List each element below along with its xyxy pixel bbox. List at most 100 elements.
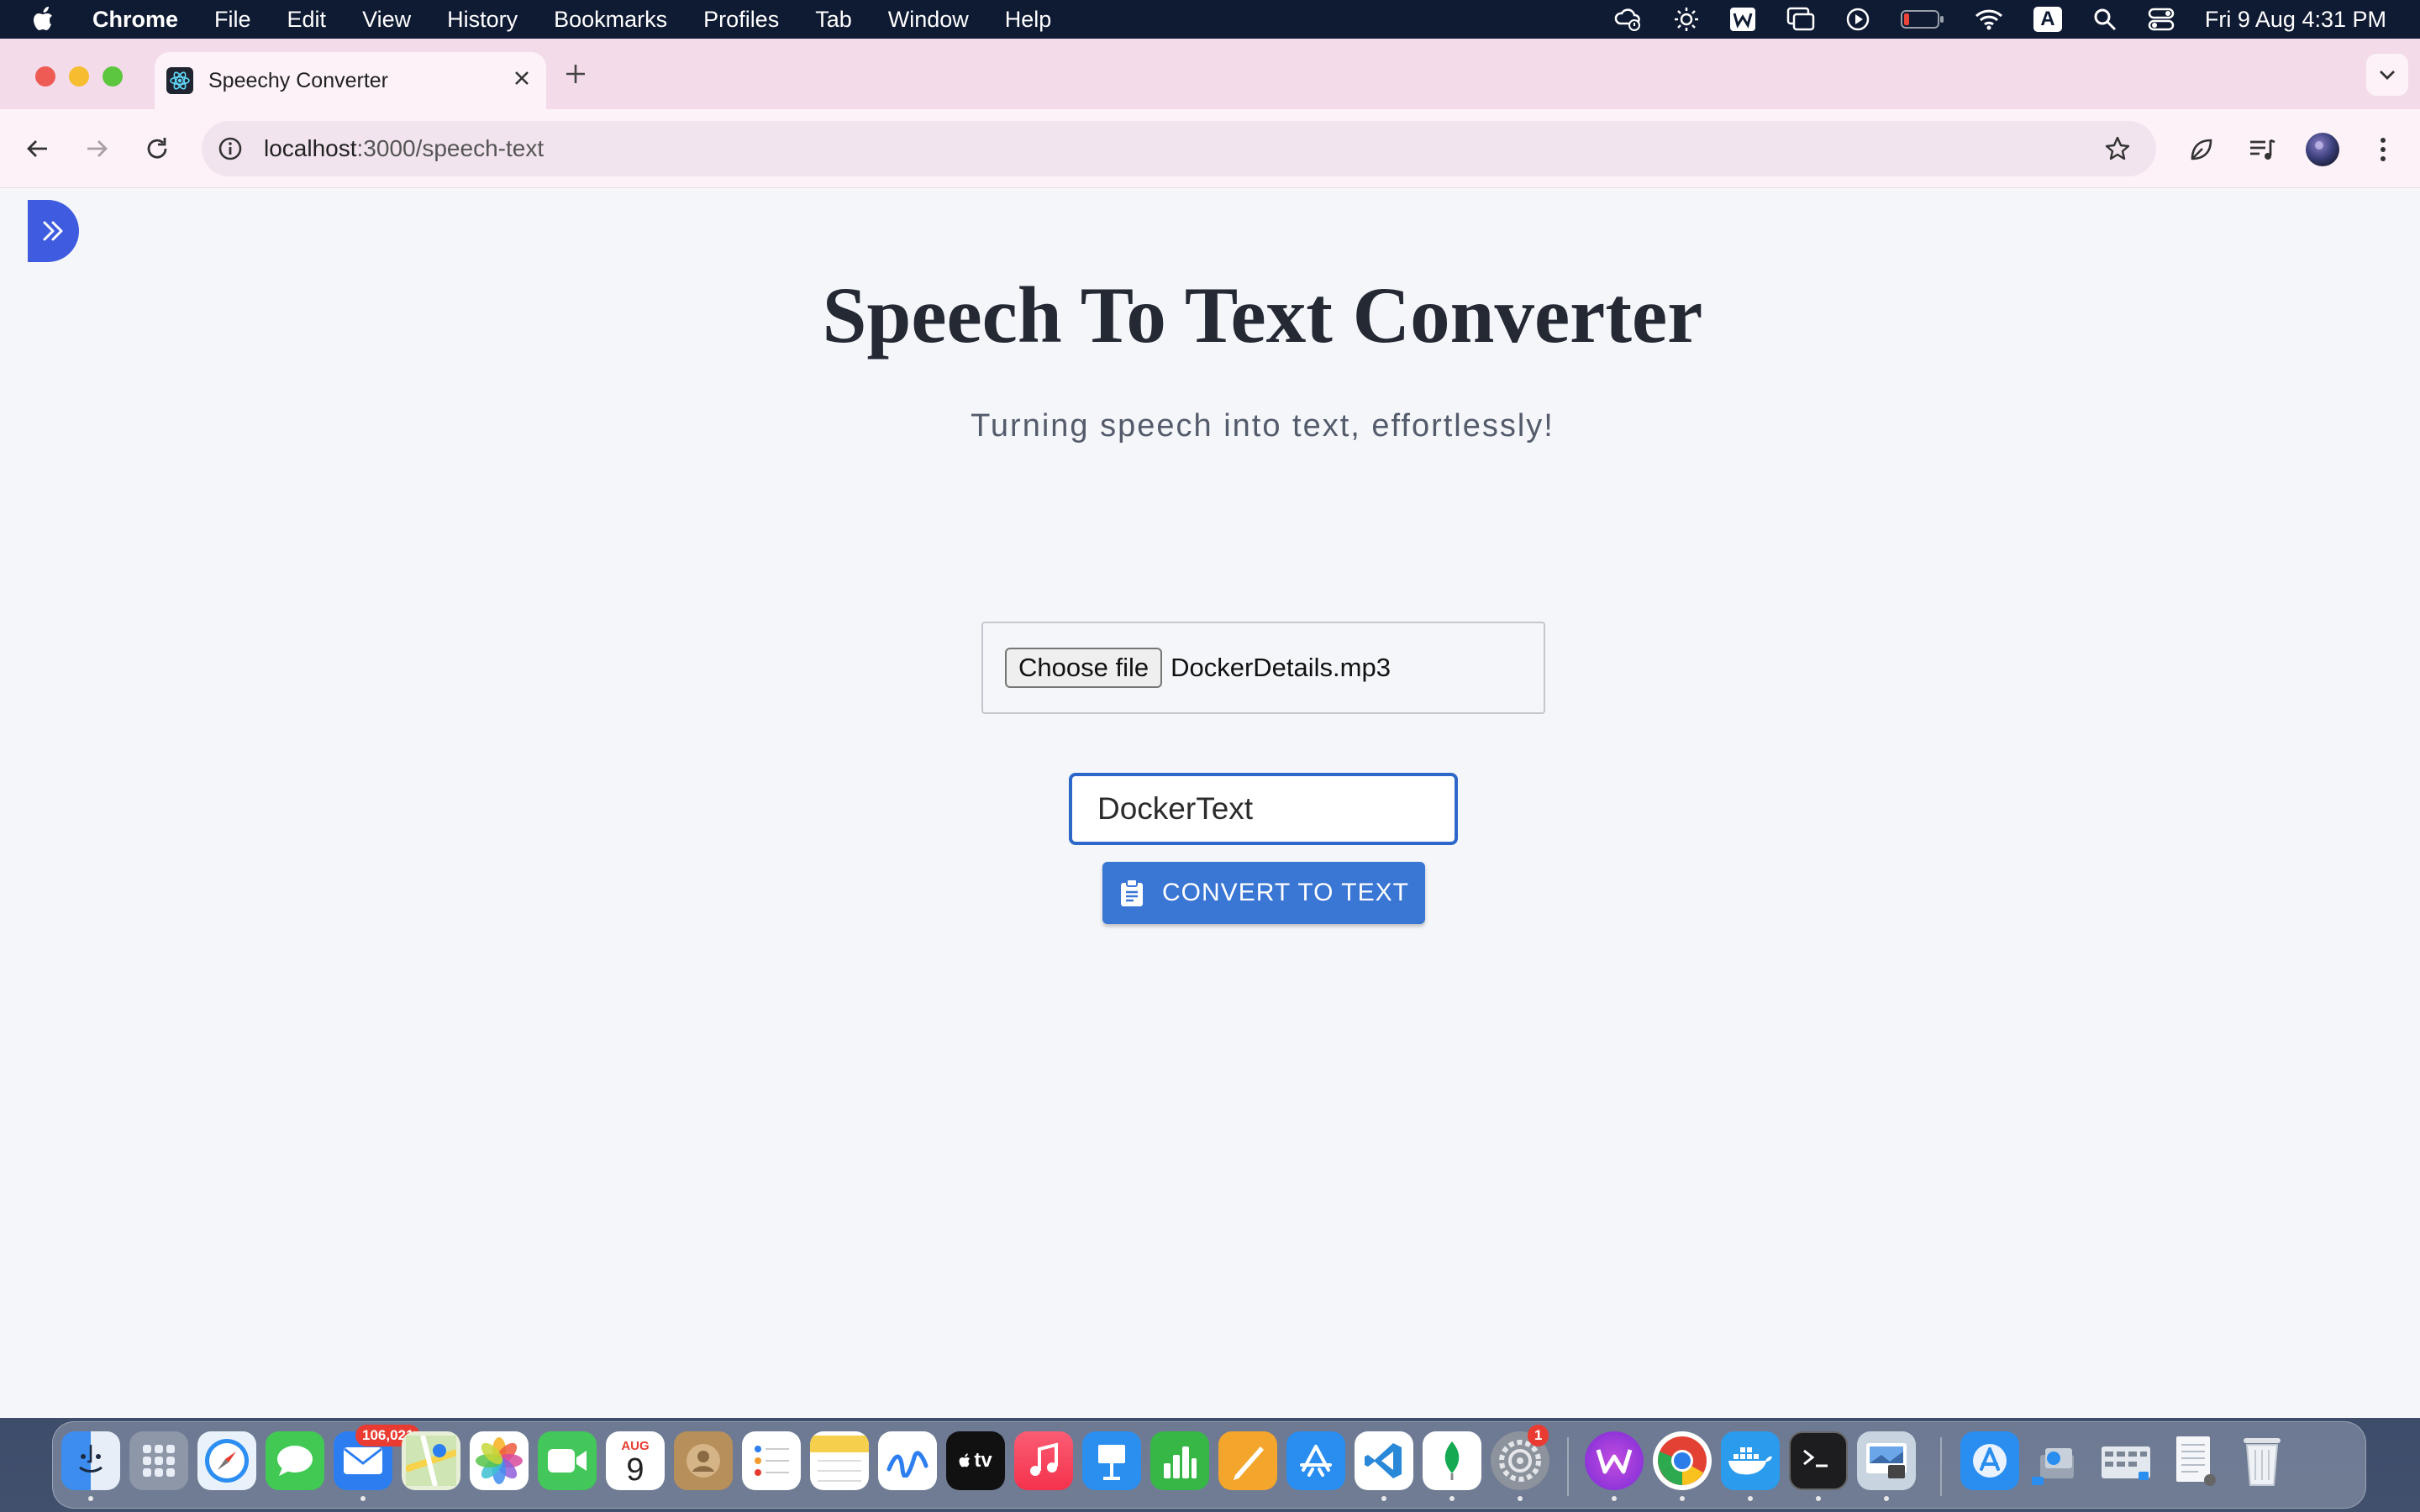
downloads-stack-icon[interactable] — [2028, 1431, 2087, 1490]
vscode-icon[interactable] — [1355, 1431, 1413, 1490]
contacts-icon[interactable] — [674, 1431, 733, 1490]
freeform-icon[interactable] — [878, 1431, 937, 1490]
settings-running-dot — [1518, 1496, 1523, 1501]
extension-leaf-icon[interactable] — [2183, 131, 2220, 168]
preview-icon[interactable] — [1857, 1431, 1916, 1490]
media-controls-icon[interactable] — [2244, 131, 2281, 168]
numbers-icon[interactable] — [1150, 1431, 1209, 1490]
notes-icon[interactable] — [810, 1431, 869, 1490]
finder-running-dot — [88, 1496, 93, 1501]
tab-search-chevron-down-icon[interactable] — [2366, 54, 2408, 96]
system-settings-icon[interactable]: 1 — [1491, 1425, 1549, 1490]
maps-icon[interactable] — [402, 1431, 460, 1490]
minimize-window-button[interactable] — [69, 66, 89, 87]
new-tab-button[interactable] — [565, 57, 587, 91]
vscode-running-dot — [1381, 1496, 1386, 1501]
pages-icon[interactable] — [1218, 1431, 1277, 1490]
calendar-day: 9 — [626, 1452, 644, 1488]
docker-running-dot — [1748, 1496, 1753, 1501]
documents-stack-icon[interactable] — [2165, 1431, 2223, 1490]
finder-icon[interactable] — [61, 1431, 120, 1490]
selected-file-name: DockerDetails.mp3 — [1171, 653, 1391, 682]
clipboard-icon — [1118, 879, 1145, 907]
url-path: :3000/speech-text — [356, 135, 544, 161]
docker-icon[interactable] — [1721, 1431, 1780, 1490]
dock-separator-2 — [1940, 1437, 1942, 1496]
brightness-icon[interactable] — [1674, 7, 1699, 32]
calendar-month: AUG — [621, 1438, 650, 1453]
menu-edit[interactable]: Edit — [287, 7, 327, 33]
tab-close-icon[interactable] — [513, 67, 531, 92]
messages-icon[interactable] — [266, 1431, 324, 1490]
react-favicon-icon — [166, 67, 193, 94]
menu-history[interactable]: History — [447, 7, 518, 33]
screen-mirroring-icon[interactable] — [1786, 7, 1815, 32]
wifi-icon[interactable] — [1975, 8, 2003, 31]
convert-to-text-button[interactable]: CONVERT TO TEXT — [1102, 862, 1425, 924]
facetime-icon[interactable] — [538, 1431, 597, 1490]
safari-icon[interactable] — [197, 1431, 256, 1490]
cloud-sync-icon[interactable] — [1613, 7, 1644, 32]
mail-icon[interactable]: 106,021 — [334, 1425, 421, 1490]
play-circle-icon[interactable] — [1845, 7, 1870, 32]
site-info-icon[interactable] — [217, 135, 244, 162]
word-app-icon[interactable] — [1729, 7, 1756, 32]
close-window-button[interactable] — [35, 66, 55, 87]
forward-arrow-icon[interactable] — [76, 128, 118, 170]
file-upload-field: Choose file DockerDetails.mp3 — [981, 622, 1545, 714]
menu-bar: Chrome File Edit View History Bookmarks … — [0, 0, 2420, 39]
keynote-icon[interactable] — [1082, 1431, 1141, 1490]
chrome-menu-icon[interactable] — [2365, 131, 2402, 168]
apple-tv-icon[interactable]: tv — [946, 1431, 1005, 1490]
reload-icon[interactable] — [136, 128, 178, 170]
menu-chrome[interactable]: Chrome — [92, 7, 178, 33]
mongodb-compass-icon[interactable] — [1423, 1431, 1481, 1490]
screenshots-stack-icon[interactable] — [2096, 1431, 2155, 1490]
menu-window[interactable]: Window — [888, 7, 969, 33]
menu-bookmarks[interactable]: Bookmarks — [554, 7, 667, 33]
spotlight-search-icon[interactable] — [2092, 7, 2118, 32]
trash-icon[interactable] — [2233, 1431, 2291, 1490]
menu-tab[interactable]: Tab — [815, 7, 852, 33]
menu-file[interactable]: File — [214, 7, 251, 33]
bookmark-star-icon[interactable] — [2104, 135, 2131, 166]
mongodb-running-dot — [1449, 1496, 1455, 1501]
input-source-icon[interactable]: A — [2033, 7, 2062, 32]
url-text: localhost:3000/speech-text — [264, 135, 544, 162]
choose-file-button[interactable]: Choose file — [1005, 648, 1163, 688]
reminders-icon[interactable] — [742, 1431, 801, 1490]
input-source-letter: A — [2040, 8, 2055, 30]
menubar-clock[interactable]: Fri 9 Aug 4:31 PM — [2205, 7, 2386, 33]
profile-avatar[interactable] — [2304, 131, 2341, 168]
apple-icon[interactable] — [30, 6, 59, 33]
menu-view[interactable]: View — [362, 7, 411, 33]
address-bar[interactable]: localhost:3000/speech-text — [202, 121, 2156, 176]
browser-window: Speechy Converter localhost:3000/speech-… — [0, 39, 2420, 1418]
output-name-input[interactable] — [1069, 773, 1458, 845]
menu-help[interactable]: Help — [1005, 7, 1052, 33]
browser-toolbar: localhost:3000/speech-text — [0, 109, 2420, 188]
calendar-icon[interactable]: AUG 9 — [606, 1431, 665, 1490]
battery-icon[interactable] — [1900, 8, 1944, 30]
notes-header-stripe — [810, 1436, 869, 1452]
wps-office-icon[interactable] — [1585, 1431, 1644, 1490]
double-chevron-right-icon — [43, 221, 62, 241]
control-center-icon[interactable] — [2148, 7, 2175, 32]
tab-strip: Speechy Converter — [0, 39, 2420, 109]
app-store-icon[interactable] — [1286, 1431, 1345, 1490]
tab-speechy-converter[interactable]: Speechy Converter — [155, 52, 546, 109]
back-arrow-icon[interactable] — [17, 128, 59, 170]
settings-update-badge: 1 — [1528, 1425, 1549, 1446]
zoom-window-button[interactable] — [103, 66, 123, 87]
applications-folder-icon[interactable] — [1960, 1431, 2019, 1490]
terminal-icon[interactable] — [1789, 1431, 1848, 1490]
apple-tv-label: tv — [974, 1449, 992, 1472]
launchpad-icon[interactable] — [129, 1431, 188, 1490]
chrome-icon[interactable] — [1653, 1431, 1712, 1490]
page-subtitle: Turning speech into text, effortlessly! — [971, 408, 1555, 444]
photos-icon[interactable] — [470, 1431, 529, 1490]
music-icon[interactable] — [1014, 1431, 1073, 1490]
sidebar-toggle-button[interactable] — [28, 200, 79, 262]
menu-profiles[interactable]: Profiles — [703, 7, 779, 33]
window-controls — [35, 66, 136, 87]
